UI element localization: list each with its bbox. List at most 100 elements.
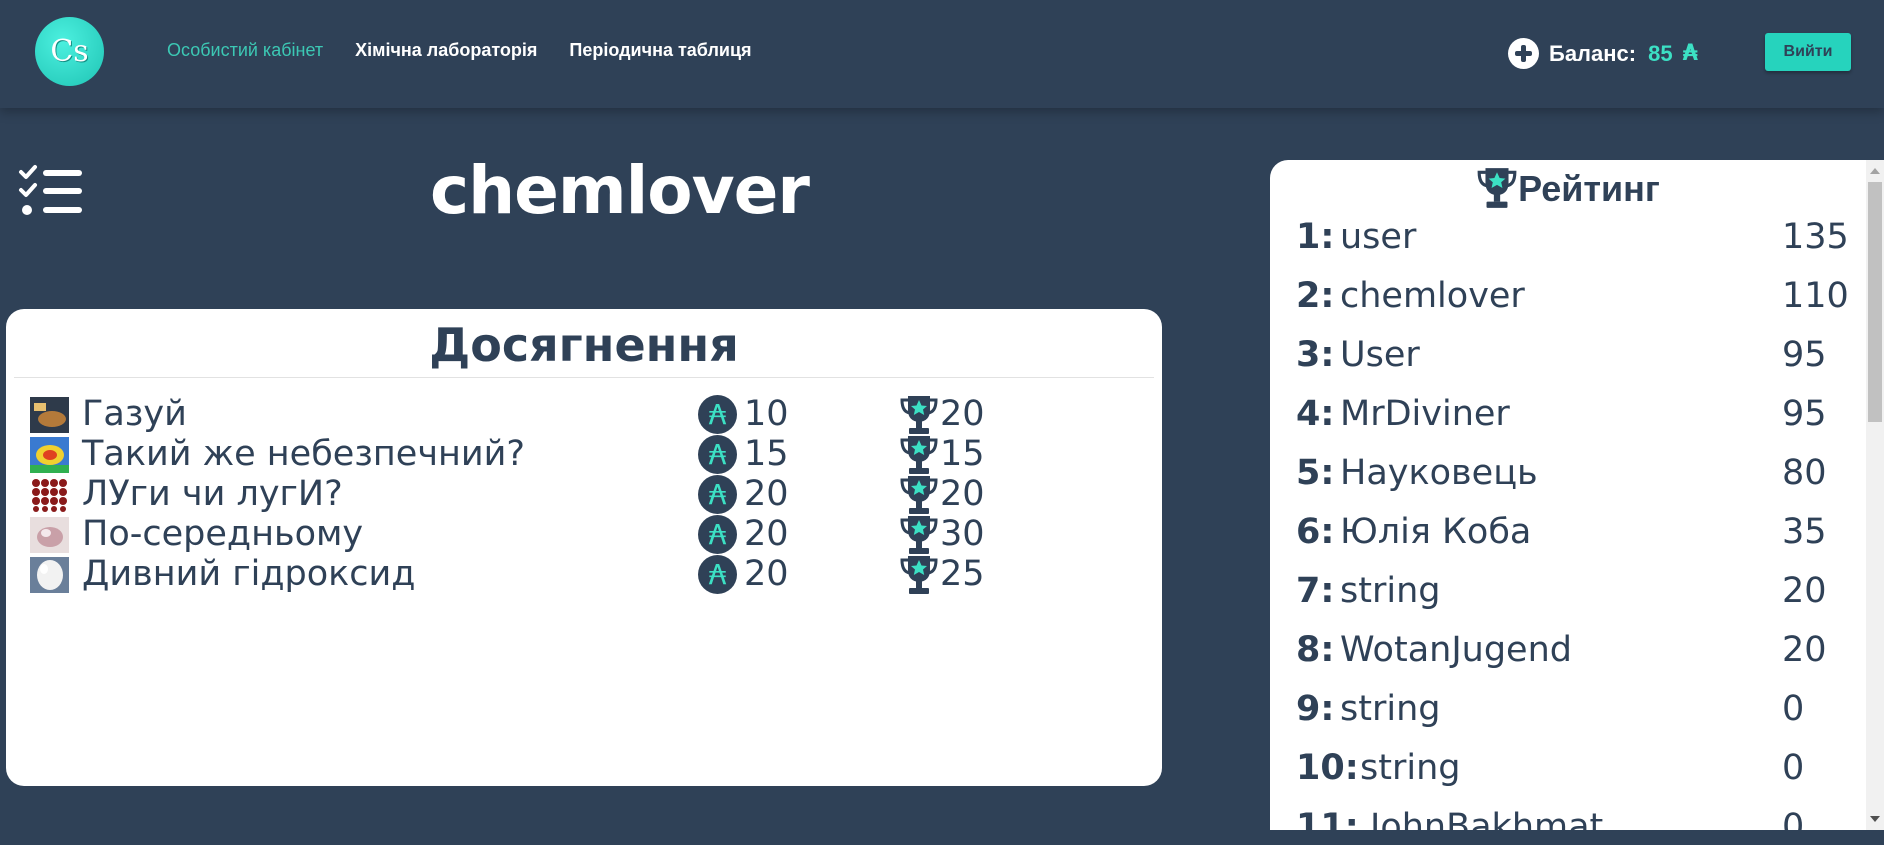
achievement-name: ЛУги чи лугИ?	[82, 474, 343, 514]
achievement-thumbnail-image	[30, 477, 69, 513]
achievements-card: Досягнення Газуй ₳ 10 20 Такий же небезп…	[6, 309, 1162, 786]
rating-username: string	[1340, 689, 1441, 729]
balance-label: Баланс:	[1549, 40, 1637, 66]
rating-score: 20	[1782, 571, 1827, 611]
trophy-icon	[900, 476, 938, 514]
rating-score: 35	[1782, 512, 1827, 552]
rating-score: 135	[1782, 217, 1849, 257]
trophy-icon	[900, 516, 938, 554]
achievement-row: Такий же небезпечний? ₳ 15 15	[6, 434, 1162, 474]
achievement-name: Газуй	[82, 394, 187, 434]
nav-link-chemistry-lab[interactable]: Хімічна лабораторія	[355, 40, 537, 61]
trophy-icon	[1477, 168, 1517, 208]
top-navbar: Cs Особистий кабінет Хімічна лабораторія…	[0, 0, 1884, 108]
achievement-coins: 20	[744, 554, 789, 594]
achievement-points: 25	[940, 554, 985, 594]
achievement-name: По-середньому	[82, 514, 364, 554]
rating-rank: 1:	[1296, 217, 1335, 257]
coin-icon: ₳	[698, 555, 737, 594]
achievement-thumbnail-image	[30, 437, 69, 473]
achievement-row: ЛУги чи лугИ? ₳ 20 20	[6, 474, 1162, 514]
achievement-coins: 20	[744, 474, 789, 514]
scroll-down-arrow-icon[interactable]	[1870, 816, 1880, 822]
profile-username: chemlover	[430, 152, 810, 229]
nav-link-personal-cabinet[interactable]: Особистий кабінет	[167, 40, 323, 61]
rating-rank: 4:	[1296, 394, 1335, 434]
rating-row: 11: JohnBakhmat 0	[1296, 802, 1846, 830]
trophy-icon	[900, 396, 938, 434]
rating-username: string	[1360, 748, 1461, 788]
rating-row: 3: User 95	[1296, 330, 1846, 380]
nav-links: Особистий кабінет Хімічна лабораторія Пе…	[167, 40, 752, 61]
achievement-points: 20	[940, 394, 985, 434]
achievement-points: 30	[940, 514, 985, 554]
rating-row: 8: WotanJugend 20	[1296, 625, 1846, 675]
rating-score: 110	[1782, 276, 1849, 316]
achievement-coins: 10	[744, 394, 789, 434]
achievement-coins: 20	[744, 514, 789, 554]
rating-username: User	[1340, 335, 1420, 375]
achievement-points: 20	[940, 474, 985, 514]
scrollbar-thumb[interactable]	[1868, 182, 1882, 422]
divider	[14, 377, 1154, 378]
rating-title: Рейтинг	[1518, 168, 1660, 209]
achievement-row: Газуй ₳ 10 20	[6, 394, 1162, 434]
rating-score: 0	[1782, 748, 1805, 788]
achievement-name: Дивний гідроксид	[82, 554, 416, 594]
achievement-thumbnail-image	[30, 557, 69, 593]
logo[interactable]: Cs	[35, 17, 104, 86]
rating-username: chemlover	[1340, 276, 1525, 316]
achievement-row: Дивний гідроксид ₳ 20 25	[6, 554, 1162, 594]
rating-row: 7: string 20	[1296, 566, 1846, 616]
rating-rank: 11:	[1296, 807, 1359, 830]
coin-icon: ₳	[698, 475, 737, 514]
rating-row: 2: chemlover 110	[1296, 271, 1849, 321]
rating-row: 9: string 0	[1296, 684, 1846, 734]
rating-rank: 6:	[1296, 512, 1335, 552]
achievement-name: Такий же небезпечний?	[82, 434, 525, 474]
rating-row: 1: user 135	[1296, 212, 1849, 262]
rating-rank: 3:	[1296, 335, 1335, 375]
rating-rank: 5:	[1296, 453, 1335, 493]
achievement-thumbnail-image	[30, 517, 69, 553]
achievement-points: 15	[940, 434, 985, 474]
coin-icon: ₳	[698, 515, 737, 554]
balance-value: 85	[1648, 40, 1673, 66]
rating-row: 6: Юлія Коба 35	[1296, 507, 1846, 557]
rating-card[interactable]: Рейтинг 1: user 135 2: chemlover 110 3: …	[1270, 160, 1866, 830]
rating-username: JohnBakhmat	[1370, 807, 1604, 830]
rating-score: 20	[1782, 630, 1827, 670]
rating-row: 5: Науковець 80	[1296, 448, 1846, 498]
coin-icon: ₳	[698, 435, 737, 474]
rating-score: 95	[1782, 335, 1827, 375]
rating-score: 0	[1782, 689, 1805, 729]
rating-rank: 7:	[1296, 571, 1335, 611]
coin-icon: ₳	[698, 395, 737, 434]
nav-link-periodic-table[interactable]: Періодична таблиця	[569, 40, 751, 61]
rating-rank: 8:	[1296, 630, 1335, 670]
rating-score: 95	[1782, 394, 1827, 434]
checklist-menu-icon[interactable]	[18, 164, 84, 218]
rating-row: 10: string 0	[1296, 743, 1846, 793]
achievement-row: По-середньому ₳ 20 30	[6, 514, 1162, 554]
logout-button[interactable]: Вийти	[1765, 33, 1851, 71]
rating-rank: 10:	[1296, 748, 1359, 788]
rating-username: WotanJugend	[1340, 630, 1572, 670]
achievement-thumbnail-image	[30, 397, 69, 433]
trophy-icon	[900, 556, 938, 594]
trophy-icon	[900, 436, 938, 474]
rating-row: 4: MrDiviner 95	[1296, 389, 1846, 439]
rating-score: 0	[1782, 807, 1805, 830]
achievement-coins: 15	[744, 434, 789, 474]
balance: Баланс: 85 ₳	[1508, 38, 1698, 69]
rating-rank: 9:	[1296, 689, 1335, 729]
rating-username: MrDiviner	[1340, 394, 1510, 434]
rating-username: string	[1340, 571, 1441, 611]
rating-scrollbar[interactable]	[1866, 160, 1884, 830]
scroll-up-arrow-icon[interactable]	[1870, 168, 1880, 174]
rating-score: 80	[1782, 453, 1827, 493]
add-balance-plus-icon[interactable]	[1508, 38, 1539, 69]
coin-icon: ₳	[1682, 41, 1698, 66]
rating-username: Юлія Коба	[1340, 512, 1532, 552]
rating-username: user	[1340, 217, 1417, 257]
